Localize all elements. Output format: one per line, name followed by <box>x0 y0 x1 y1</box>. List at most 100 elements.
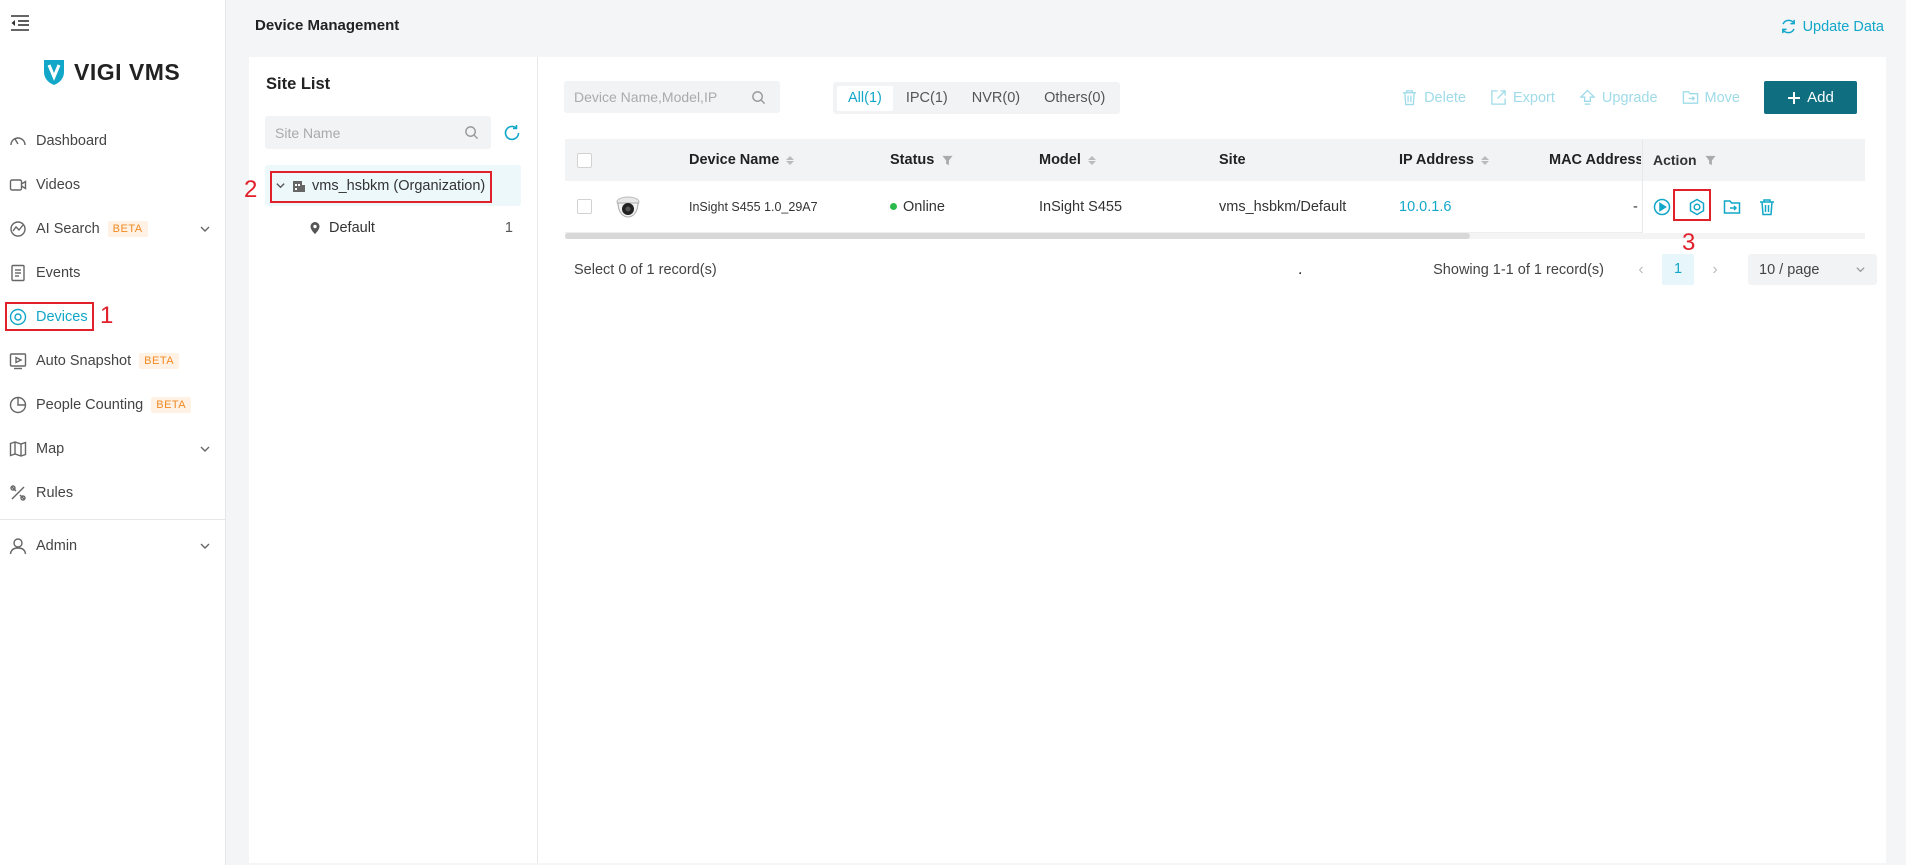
col-device-name[interactable]: Device Name <box>689 152 795 168</box>
tab-others[interactable]: Others(0) <box>1033 86 1116 111</box>
ai-search-icon <box>10 221 26 237</box>
move-label: Move <box>1704 89 1740 106</box>
tab-ipc[interactable]: IPC(1) <box>895 86 959 111</box>
page-number-1[interactable]: 1 <box>1662 254 1694 285</box>
col-ip-label: IP Address <box>1399 152 1474 168</box>
device-search-input[interactable] <box>574 89 744 105</box>
upgrade-button[interactable]: Upgrade <box>1579 89 1658 106</box>
col-model[interactable]: Model <box>1039 152 1096 168</box>
upgrade-icon <box>1579 89 1596 105</box>
device-name-cell[interactable]: InSight S455 1.0_29A7 <box>689 200 818 214</box>
nav-item-dashboard[interactable]: Dashboard <box>0 119 225 163</box>
search-icon[interactable] <box>751 90 766 105</box>
filter-icon[interactable] <box>942 155 953 166</box>
refresh-sites-icon[interactable] <box>503 124 521 142</box>
site-search-box <box>265 116 491 149</box>
tree-node-organization[interactable]: vms_hsbkm (Organization) <box>265 165 521 206</box>
device-thumbnail <box>615 195 641 219</box>
tab-all[interactable]: All(1) <box>837 85 893 111</box>
delete-button[interactable]: Delete <box>1401 89 1466 106</box>
beta-badge: BETA <box>107 221 148 237</box>
select-all-checkbox[interactable] <box>577 152 592 168</box>
tree-node-site-default[interactable]: Default 1 <box>309 220 521 236</box>
col-site-label: Site <box>1219 152 1246 168</box>
action-column: Action <box>1642 139 1865 233</box>
horizontal-scrollbar[interactable] <box>565 233 1865 239</box>
site-list-panel: Site List vms_hsbkm (Organization) Defau… <box>249 57 538 863</box>
app-name: VIGI VMS <box>74 58 181 85</box>
sidebar: VIGI VMS Dashboard Videos AI Search BETA… <box>0 0 226 865</box>
update-data-button[interactable]: Update Data <box>1780 18 1884 35</box>
collapse-menu-icon[interactable] <box>10 14 30 32</box>
device-toolbar: Delete Export Upgrade Move Add <box>1401 81 1857 114</box>
col-action: Action <box>1643 139 1865 181</box>
ip-address-link[interactable]: 10.0.1.6 <box>1399 199 1451 215</box>
tab-nvr[interactable]: NVR(0) <box>961 86 1031 111</box>
filter-icon[interactable] <box>1705 155 1716 166</box>
nav-item-videos[interactable]: Videos <box>0 163 225 207</box>
move-folder-icon[interactable] <box>1723 198 1741 216</box>
nav-item-ai-search[interactable]: AI Search BETA <box>0 207 225 251</box>
play-live-icon[interactable] <box>1653 198 1671 216</box>
prev-page-button[interactable]: ‹ <box>1626 261 1656 279</box>
scrollbar-thumb[interactable] <box>565 233 1470 239</box>
pagination: Showing 1-1 of 1 record(s) ‹ 1 › 10 / pa… <box>1433 254 1877 285</box>
logo: VIGI VMS <box>42 58 180 86</box>
dashboard-icon <box>10 137 26 146</box>
plus-icon <box>1788 91 1801 104</box>
nav-item-auto-snapshot[interactable]: Auto Snapshot BETA <box>0 339 225 383</box>
page-size-select[interactable]: 10 / page <box>1748 254 1877 285</box>
annotation-number-1: 1 <box>100 302 114 329</box>
col-device-name-label: Device Name <box>689 152 780 168</box>
mac-cell: - <box>1633 198 1638 215</box>
organization-label: vms_hsbkm (Organization) <box>312 177 486 194</box>
nav-label: Videos <box>36 177 81 193</box>
nav-item-map[interactable]: Map <box>0 427 225 471</box>
chevron-down-icon[interactable] <box>275 180 286 191</box>
nav-label: Events <box>36 265 81 281</box>
showing-records: Showing 1-1 of 1 record(s) <box>1433 261 1604 278</box>
chevron-down-icon <box>200 446 210 452</box>
nav-item-people-counting[interactable]: People Counting BETA <box>0 383 225 427</box>
row-checkbox[interactable] <box>577 199 592 214</box>
sort-icon[interactable] <box>1087 155 1096 165</box>
beta-badge: BETA <box>151 397 192 413</box>
search-icon[interactable] <box>464 125 479 140</box>
settings-gear-icon[interactable] <box>1688 198 1706 216</box>
admin-icon <box>9 538 27 555</box>
status-cell: Online <box>890 199 945 215</box>
site-search-input[interactable] <box>275 124 455 141</box>
nav-divider <box>0 519 225 520</box>
nav-item-events[interactable]: Events <box>0 251 225 295</box>
beta-badge: BETA <box>139 353 180 369</box>
page-size-value: 10 / page <box>1759 261 1820 278</box>
nav-label: Auto Snapshot <box>36 353 132 369</box>
upgrade-label: Upgrade <box>1601 89 1658 106</box>
next-page-button[interactable]: › <box>1700 261 1730 279</box>
location-pin-icon <box>310 222 320 234</box>
sort-icon[interactable] <box>786 155 795 165</box>
nav-item-rules[interactable]: Rules <box>0 471 225 515</box>
device-search-box <box>564 81 780 113</box>
delete-label: Delete <box>1424 89 1466 106</box>
nav-item-admin[interactable]: Admin <box>0 524 225 568</box>
export-icon <box>1491 90 1506 105</box>
export-button[interactable]: Export <box>1490 89 1555 106</box>
events-icon <box>11 264 25 282</box>
add-device-button[interactable]: Add <box>1764 81 1857 114</box>
move-button[interactable]: Move <box>1682 89 1740 106</box>
nav-label: Rules <box>36 485 74 501</box>
col-mac-label: MAC Address <box>1549 152 1641 168</box>
trash-icon[interactable] <box>1758 198 1776 216</box>
col-ip-address[interactable]: IP Address <box>1399 152 1489 168</box>
nav-label: Admin <box>36 538 78 554</box>
dome-camera-icon <box>616 196 640 218</box>
stray-mark: . <box>1298 261 1303 278</box>
nav-label: Map <box>36 441 65 457</box>
model-cell: InSight S455 <box>1039 198 1123 215</box>
status-label: Online <box>903 198 945 215</box>
sort-icon[interactable] <box>1480 155 1489 165</box>
device-table: Device Name Status Model Site IP Address… <box>565 139 1865 239</box>
devices-icon <box>9 308 27 326</box>
people-counting-icon <box>9 396 27 414</box>
